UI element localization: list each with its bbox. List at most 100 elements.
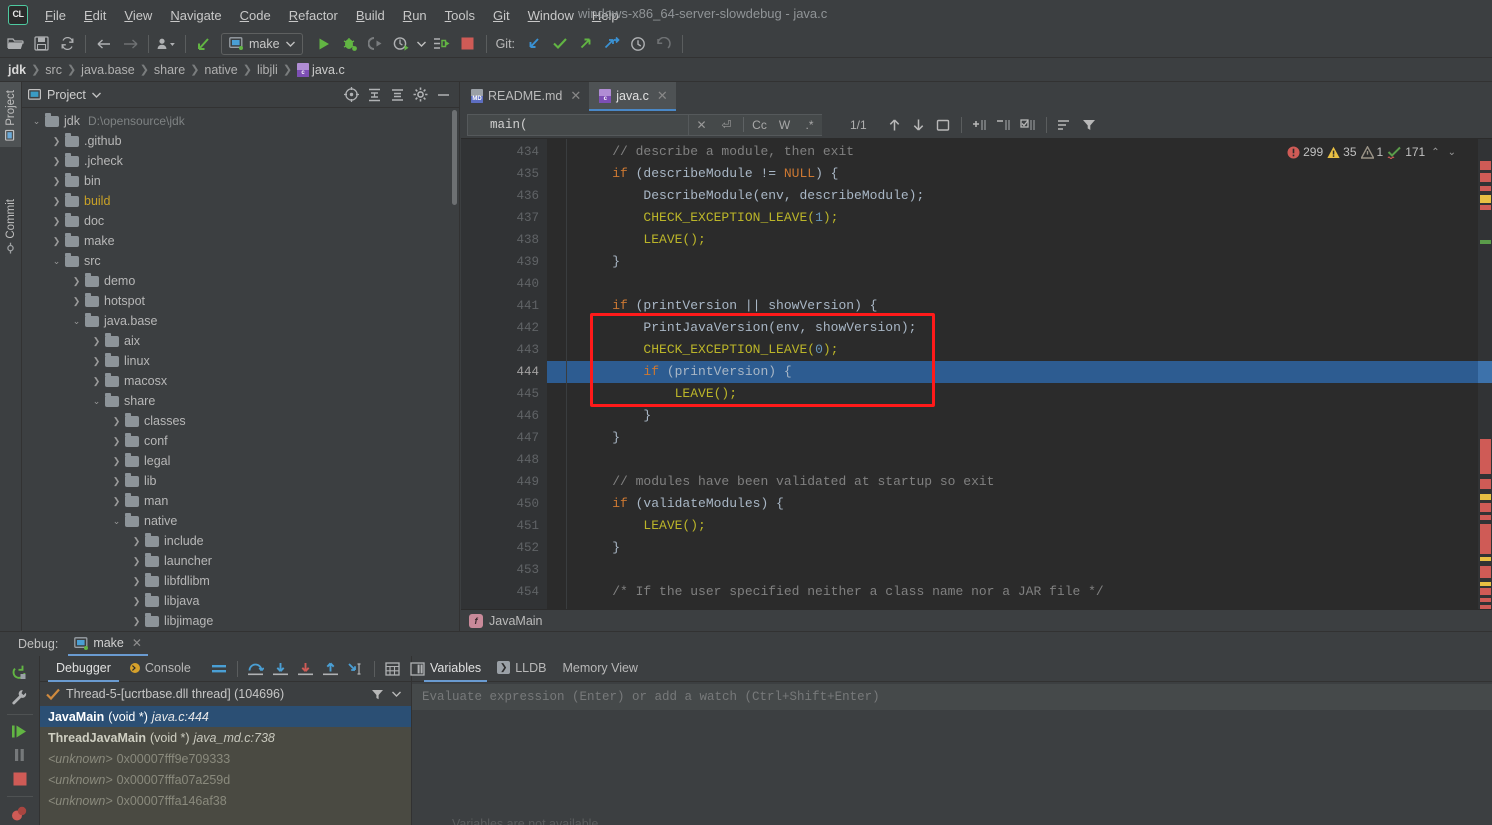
tree-node-libjimage[interactable]: ❯ libjimage — [22, 611, 459, 631]
clear-search-icon[interactable]: ✕ — [689, 113, 714, 136]
code-line-442[interactable]: PrintJavaVersion(env, showVersion); — [547, 317, 1492, 339]
scroll-from-source-icon[interactable] — [341, 85, 361, 105]
match-case-toggle[interactable]: Cc — [747, 113, 772, 136]
inspection-next-icon[interactable]: ⌄ — [1446, 147, 1458, 158]
add-line-icon[interactable] — [968, 114, 992, 136]
gutter-line-444[interactable]: 444➜⊟ — [461, 361, 565, 383]
regex-toggle[interactable]: .* — [797, 113, 822, 136]
breadcrumb-item-jdk[interactable]: jdk — [8, 63, 26, 77]
tab-console[interactable]: Console — [121, 656, 199, 682]
git-history-icon[interactable] — [625, 32, 651, 56]
git-branch-icon[interactable] — [599, 32, 625, 56]
typo-count[interactable]: 171 — [1387, 145, 1425, 159]
stack-frame[interactable]: <unknown> 0x00007fffa07a259d — [40, 769, 411, 790]
chevron-right-icon[interactable]: ❯ — [90, 375, 103, 388]
chevron-down-icon[interactable]: ⌄ — [70, 315, 83, 328]
breadcrumb-item-native[interactable]: native — [204, 63, 237, 77]
tree-node-launcher[interactable]: ❯ launcher — [22, 551, 459, 571]
tree-node-build[interactable]: ❯ build — [22, 191, 459, 211]
tree-node--jcheck[interactable]: ❯ .jcheck — [22, 151, 459, 171]
variables-tree[interactable]: Variables are not available — [412, 710, 1492, 825]
find-next-icon[interactable] — [907, 114, 931, 136]
menu-run[interactable]: Run — [394, 4, 436, 27]
chevron-down-icon[interactable] — [392, 691, 401, 697]
code-line-452[interactable]: } — [547, 537, 1492, 559]
chevron-right-icon[interactable]: ❯ — [50, 135, 63, 148]
tree-node-jdk[interactable]: ⌄ jdk D:\opensource\jdk — [22, 111, 459, 131]
gutter-line-439[interactable]: 439⌐ — [461, 251, 564, 273]
tree-node-legal[interactable]: ❯ legal — [22, 451, 459, 471]
menu-edit[interactable]: Edit — [75, 4, 115, 27]
code-line-447[interactable]: } — [547, 427, 1492, 449]
stack-frame[interactable]: JavaMain (void *) java.c:444 — [40, 706, 411, 727]
find-previous-icon[interactable] — [883, 114, 907, 136]
stop-icon[interactable] — [6, 768, 34, 790]
tab-debugger[interactable]: Debugger — [48, 656, 119, 682]
rerun-icon[interactable] — [6, 662, 34, 684]
search-input[interactable] — [467, 113, 689, 136]
tree-node-man[interactable]: ❯ man — [22, 491, 459, 511]
git-push-icon[interactable] — [573, 32, 599, 56]
tree-node-demo[interactable]: ❯ demo — [22, 271, 459, 291]
force-step-into-icon[interactable] — [294, 658, 318, 680]
stripe-button-project[interactable]: Project — [0, 82, 21, 147]
editor-gutter[interactable]: 434435⊟436437438439⌐440441⊟442443444➜⊟44… — [461, 139, 566, 609]
frames-list[interactable]: JavaMain (void *) java.c:444 ThreadJavaMai… — [40, 706, 411, 825]
stop-icon[interactable] — [455, 32, 481, 56]
breadcrumb-symbol-label[interactable]: JavaMain — [489, 614, 543, 628]
debug-session-tab[interactable]: make ✕ — [68, 632, 148, 656]
menu-file[interactable]: File — [36, 4, 75, 27]
tree-node-doc[interactable]: ❯ doc — [22, 211, 459, 231]
gutter-line-442[interactable]: 442 — [461, 317, 547, 339]
stack-frame[interactable]: <unknown> 0x00007fff9e709333 — [40, 748, 411, 769]
code-line-453[interactable] — [547, 559, 1492, 581]
menu-window[interactable]: Window — [519, 4, 583, 27]
code-editor[interactable]: 434435⊟436437438439⌐440441⊟442443444➜⊟44… — [461, 139, 1492, 609]
stripe-button-commit[interactable]: Commit — [0, 193, 21, 260]
menu-refactor[interactable]: Refactor — [280, 4, 347, 27]
code-line-435[interactable]: if (describeModule != NULL) { — [547, 163, 1492, 185]
tree-scrollbar[interactable] — [452, 110, 457, 205]
gear-icon[interactable] — [410, 85, 430, 105]
settings-wrench-icon[interactable] — [6, 686, 34, 708]
code-line-443[interactable]: CHECK_EXCEPTION_LEAVE(0); — [547, 339, 1492, 361]
sort-icon[interactable] — [1053, 114, 1077, 136]
code-line-440[interactable] — [547, 273, 1492, 295]
menu-navigate[interactable]: Navigate — [161, 4, 230, 27]
evaluate-expression-icon[interactable] — [381, 658, 405, 680]
chevron-right-icon[interactable]: ❯ — [130, 615, 143, 628]
step-into-icon[interactable] — [269, 658, 293, 680]
code-line-444[interactable]: if (printVersion) { — [547, 361, 1492, 383]
step-out-icon[interactable] — [319, 658, 343, 680]
gutter-line-440[interactable]: 440 — [461, 273, 547, 295]
collapse-all-icon[interactable] — [387, 85, 407, 105]
remove-line-icon[interactable] — [992, 114, 1016, 136]
code-line-454[interactable]: /* If the user specified neither a class… — [547, 581, 1492, 603]
thread-selector[interactable]: Thread-5-[ucrtbase.dll thread] (104696) — [40, 682, 411, 706]
chevron-down-icon[interactable] — [91, 92, 101, 98]
tree-node-conf[interactable]: ❯ conf — [22, 431, 459, 451]
expand-all-icon[interactable] — [364, 85, 384, 105]
code-line-437[interactable]: CHECK_EXCEPTION_LEAVE(1); — [547, 207, 1492, 229]
tab-lldb[interactable]: ❯ LLDB — [491, 656, 552, 682]
chevron-right-icon[interactable]: ❯ — [50, 155, 63, 168]
code-line-436[interactable]: DescribeModule(env, describeModule); — [547, 185, 1492, 207]
chevron-right-icon[interactable]: ❯ — [50, 215, 63, 228]
gutter-line-443[interactable]: 443 — [461, 339, 547, 361]
chevron-right-icon[interactable]: ❯ — [130, 575, 143, 588]
gutter-line-445[interactable]: 445 — [461, 383, 547, 405]
gutter-line-451[interactable]: 451 — [461, 515, 547, 537]
close-icon[interactable]: ✕ — [657, 88, 668, 104]
gutter-line-449[interactable]: 449 — [461, 471, 547, 493]
step-over-icon[interactable] — [244, 658, 268, 680]
menu-tools[interactable]: Tools — [436, 4, 484, 27]
git-update-icon[interactable] — [521, 32, 547, 56]
gutter-line-438[interactable]: 438 — [461, 229, 547, 251]
tab-memory-view[interactable]: Memory View — [556, 656, 643, 682]
gutter-line-447[interactable]: 447⌐ — [461, 427, 564, 449]
chevron-right-icon[interactable]: ❯ — [110, 475, 123, 488]
tree-node-java-base[interactable]: ⌄ java.base — [22, 311, 459, 331]
run-configuration-selector[interactable]: make — [221, 32, 303, 55]
breadcrumb-item-libjli[interactable]: libjli — [257, 63, 278, 77]
edit-selection-icon[interactable] — [1016, 114, 1040, 136]
